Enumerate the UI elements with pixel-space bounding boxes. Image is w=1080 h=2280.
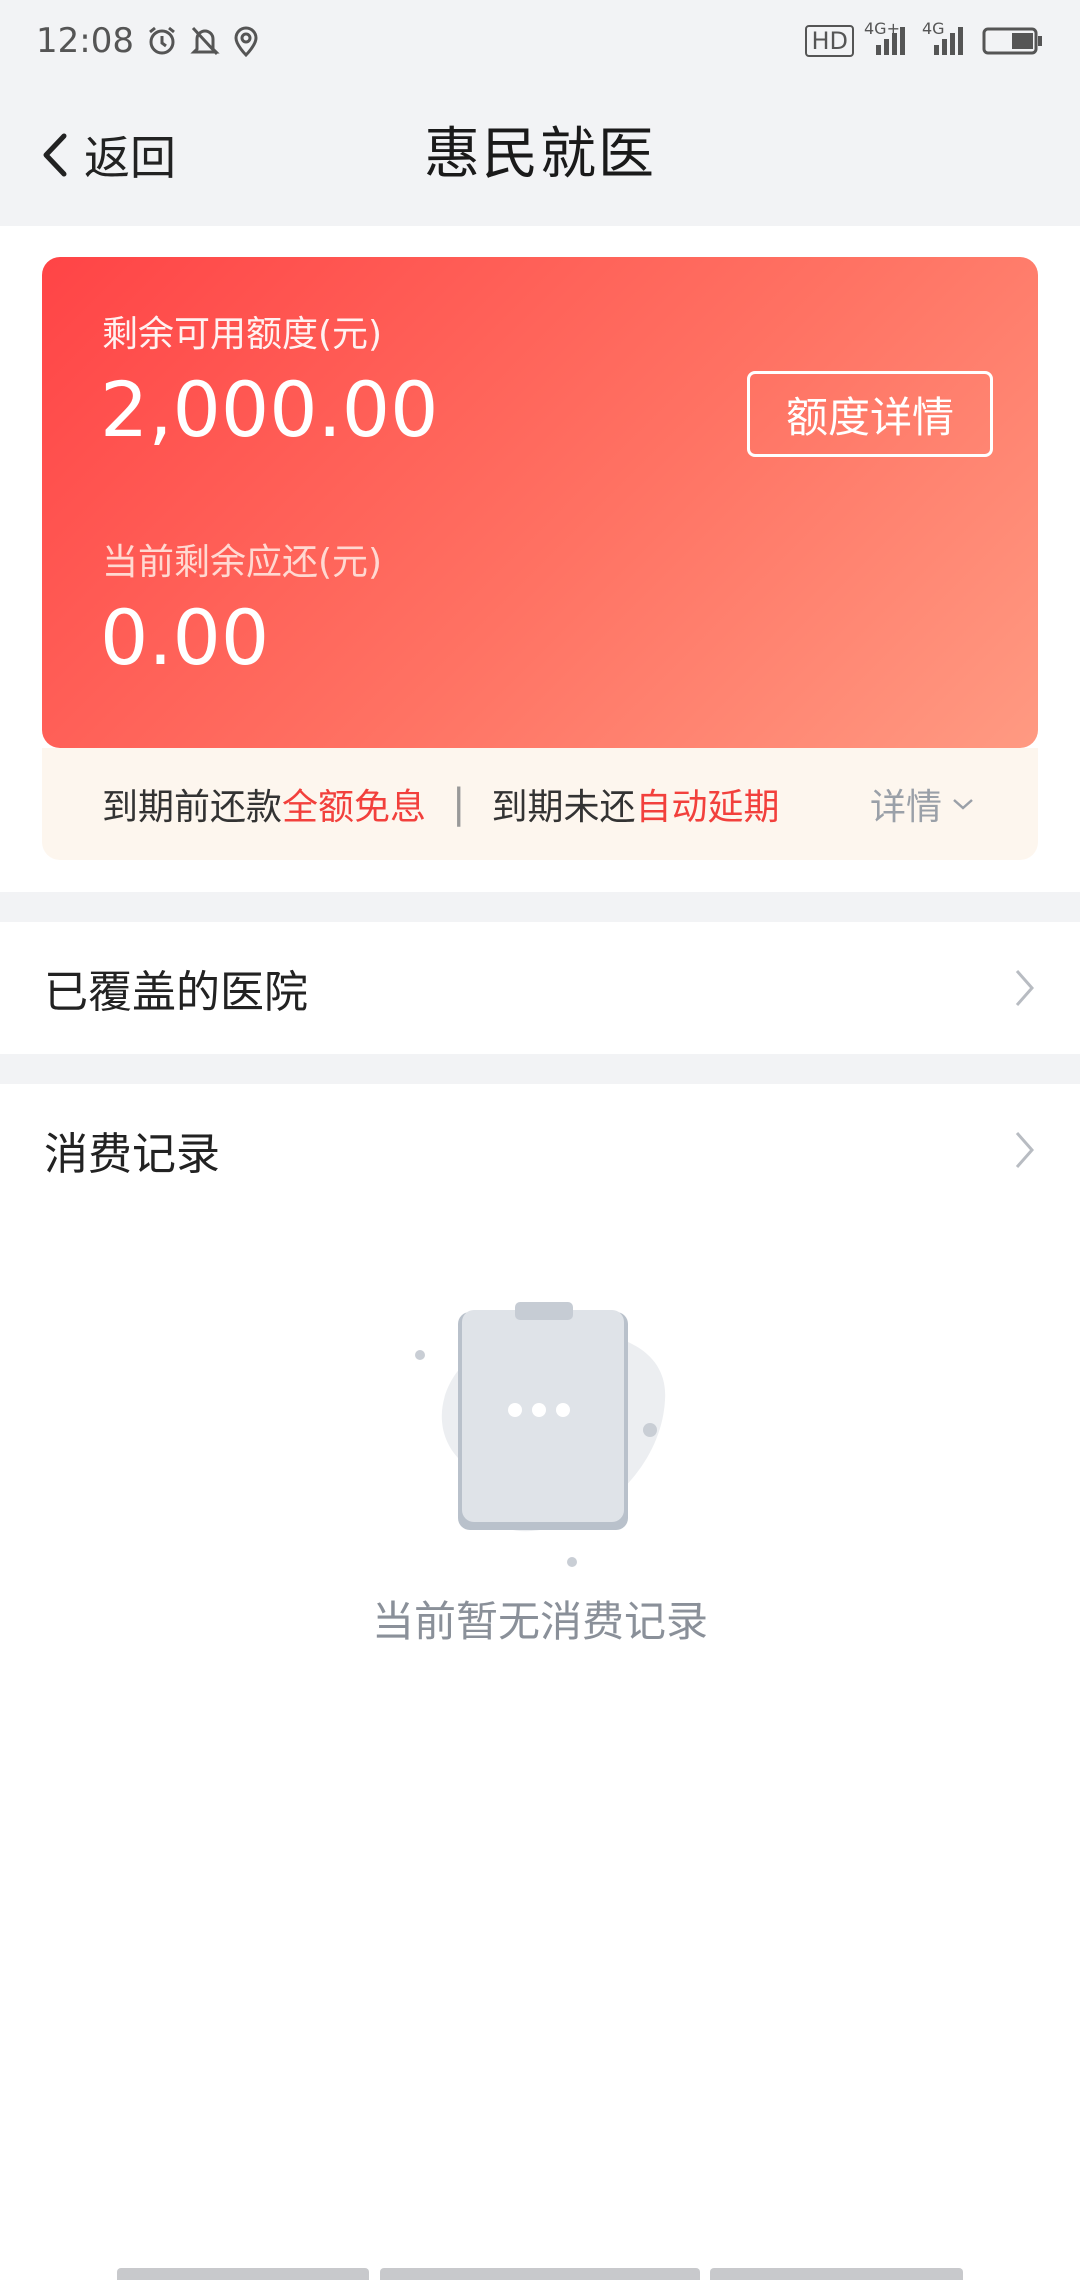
net1-label: 4G+ — [864, 19, 900, 38]
credit-card: 剩余可用额度(元) 2,000.00 额度详情 当前剩余应还(元) 0.00 — [42, 257, 1038, 748]
battery-icon — [982, 25, 1044, 57]
bottom-tab[interactable] — [380, 2268, 700, 2280]
signal-4g-icon: 4G — [922, 19, 970, 57]
available-label: 剩余可用额度(元) — [102, 314, 383, 355]
bottom-tab[interactable] — [710, 2268, 963, 2280]
consumption-records-label: 消费记录 — [44, 1129, 220, 1180]
tip-highlight2: 自动延期 — [635, 787, 780, 828]
alarm-icon — [146, 25, 178, 57]
tip-detail-label: 详情 — [869, 787, 942, 828]
section-divider — [0, 1054, 1080, 1084]
due-label: 当前剩余应还(元) — [102, 542, 383, 583]
covered-hospitals-label: 已覆盖的医院 — [44, 967, 308, 1018]
tip-separator: | — [452, 781, 466, 827]
consumption-records-row[interactable]: 消费记录 — [0, 1084, 1080, 1216]
tip-part2: 到期未还 — [491, 787, 636, 828]
signal-4g-plus-icon: 4G+ — [864, 19, 912, 57]
available-value: 2,000.00 — [100, 365, 439, 454]
due-value: 0.00 — [100, 593, 270, 682]
chevron-right-icon — [1014, 1130, 1036, 1170]
status-time: 12:08 — [36, 21, 134, 61]
quota-detail-button[interactable]: 额度详情 — [747, 371, 993, 457]
tip-detail-button[interactable]: 详情 — [870, 748, 974, 860]
bell-off-icon — [190, 25, 220, 57]
empty-state-text: 当前暂无消费记录 — [371, 1597, 708, 1646]
location-icon — [232, 25, 260, 57]
net2-label: 4G — [922, 19, 945, 38]
page-title: 惠民就医 — [424, 122, 656, 187]
section-divider — [0, 892, 1080, 922]
covered-hospitals-row[interactable]: 已覆盖的医院 — [0, 922, 1080, 1054]
empty-clipboard-icon — [400, 1290, 680, 1580]
status-bar: 12:08 HD 4G+ 4G — [0, 0, 1080, 82]
chevron-right-icon — [1014, 968, 1036, 1008]
nav-bar: 返回 惠民就医 — [0, 82, 1080, 226]
hd-label: HD — [811, 27, 848, 55]
repayment-tip-bar: 到期前还款 全额免息 | 到期未还 自动延期 详情 — [42, 748, 1038, 860]
chevron-down-icon — [952, 797, 974, 811]
bottom-tab[interactable] — [117, 2268, 369, 2280]
tip-highlight1: 全额免息 — [282, 787, 427, 828]
tip-part1: 到期前还款 — [102, 787, 283, 828]
hd-icon: HD — [805, 25, 854, 57]
